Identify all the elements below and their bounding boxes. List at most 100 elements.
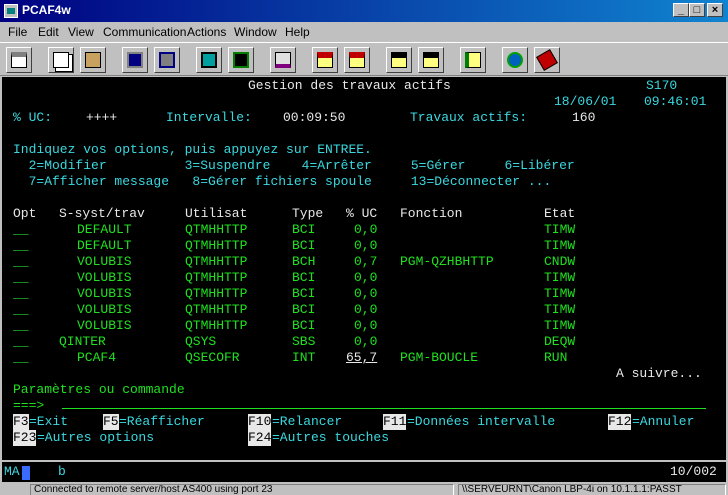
row-type: BCI bbox=[292, 302, 316, 317]
status-bar: Connected to remote server/host AS400 us… bbox=[0, 483, 728, 495]
cursor-block bbox=[22, 466, 30, 480]
record-icon[interactable] bbox=[312, 47, 338, 73]
header-cpu: % UC bbox=[346, 206, 378, 221]
cpu-label: % UC: bbox=[13, 110, 53, 125]
display-icon[interactable] bbox=[196, 47, 222, 73]
row-option-input[interactable]: __ bbox=[13, 222, 29, 238]
send-icon[interactable] bbox=[122, 47, 148, 73]
row-option-input[interactable]: __ bbox=[13, 270, 29, 286]
screen-time: 09:46:01 bbox=[644, 94, 707, 109]
jobs-label: Travaux actifs: bbox=[410, 110, 528, 125]
cpu-value: ++++ bbox=[86, 110, 118, 125]
f3-key[interactable]: F3 bbox=[13, 414, 29, 430]
command-prompt: ===> bbox=[13, 398, 45, 413]
header-subsys: S-syst/trav bbox=[59, 206, 145, 221]
row-option-input[interactable]: __ bbox=[13, 318, 29, 334]
macro-icon[interactable] bbox=[228, 47, 254, 73]
close-button[interactable]: × bbox=[707, 3, 723, 17]
print-icon[interactable] bbox=[6, 47, 32, 73]
oia-flag: b bbox=[58, 464, 66, 479]
row-status: CNDW bbox=[544, 254, 576, 269]
params-label: Paramètres ou commande bbox=[13, 382, 185, 397]
row-subsys: DEFAULT bbox=[77, 238, 132, 253]
menu-file[interactable]: File bbox=[8, 25, 27, 39]
row-option-input[interactable]: __ bbox=[13, 302, 29, 318]
header-opt: Opt bbox=[13, 206, 37, 221]
toolbar bbox=[0, 42, 728, 76]
instructions: Indiquez vos options, puis appuyez sur E… bbox=[13, 142, 372, 157]
menu-help[interactable]: Help bbox=[285, 25, 310, 39]
f5-key[interactable]: F5 bbox=[103, 414, 119, 430]
row-cpu: 0,7 bbox=[354, 254, 378, 269]
f12-key[interactable]: F12 bbox=[608, 414, 632, 430]
menu-edit[interactable]: Edit bbox=[38, 25, 59, 39]
f24-label: =Autres touches bbox=[272, 430, 390, 445]
row-status: TIMW bbox=[544, 238, 576, 253]
f11-key[interactable]: F11 bbox=[383, 414, 407, 430]
row-cpu: 0,0 bbox=[354, 238, 378, 253]
window-title: PCAF4w bbox=[22, 3, 71, 17]
row-option-input[interactable]: __ bbox=[13, 334, 29, 350]
row-option-input[interactable]: __ bbox=[13, 238, 29, 254]
options-line-1: 2=Modifier 3=Suspendre 4=Arrêter 5=Gérer… bbox=[13, 158, 575, 173]
row-subsys: VOLUBIS bbox=[77, 254, 132, 269]
maximize-button[interactable]: □ bbox=[689, 3, 705, 17]
row-cpu: 0,0 bbox=[354, 302, 378, 317]
receive-icon[interactable] bbox=[154, 47, 180, 73]
row-user: QSECOFR bbox=[185, 350, 240, 365]
row-status: TIMW bbox=[544, 270, 576, 285]
play-icon[interactable] bbox=[386, 47, 412, 73]
row-user: QTMHHTTP bbox=[185, 222, 248, 237]
stop-icon[interactable] bbox=[344, 47, 370, 73]
f5-label: =Réafficher bbox=[119, 414, 205, 429]
operator-info-area: MA b 10/002 bbox=[2, 462, 726, 482]
row-subsys: VOLUBIS bbox=[77, 302, 132, 317]
row-cpu: 0,0 bbox=[354, 286, 378, 301]
minimize-button[interactable]: _ bbox=[673, 3, 689, 17]
menu-communication[interactable]: Communication bbox=[103, 25, 186, 39]
command-input[interactable] bbox=[62, 408, 706, 409]
menu-window[interactable]: Window bbox=[234, 25, 277, 39]
row-subsys: QINTER bbox=[59, 334, 106, 349]
row-status: TIMW bbox=[544, 318, 576, 333]
copy-icon[interactable] bbox=[48, 47, 74, 73]
f24-key[interactable]: F24 bbox=[248, 430, 272, 446]
row-option-input[interactable]: __ bbox=[13, 350, 29, 366]
oia-indicator: MA bbox=[4, 464, 20, 479]
pause-icon[interactable] bbox=[418, 47, 444, 73]
header-status: Etat bbox=[544, 206, 576, 221]
clipboard-icon[interactable] bbox=[460, 47, 486, 73]
row-subsys: VOLUBIS bbox=[77, 270, 132, 285]
header-function: Fonction bbox=[400, 206, 463, 221]
title-bar: PCAF4w _ □ × bbox=[0, 0, 728, 22]
row-user: QTMHHTTP bbox=[185, 254, 248, 269]
row-type: BCH bbox=[292, 254, 316, 269]
row-status: RUN bbox=[544, 350, 568, 365]
row-user: QTMHHTTP bbox=[185, 238, 248, 253]
app-icon[interactable] bbox=[4, 4, 18, 18]
f11-label: =Données intervalle bbox=[407, 414, 556, 429]
row-user: QTMHHTTP bbox=[185, 318, 248, 333]
row-option-input[interactable]: __ bbox=[13, 254, 29, 270]
row-status: DEQW bbox=[544, 334, 576, 349]
interval-value: 00:09:50 bbox=[283, 110, 346, 125]
row-subsys: PCAF4 bbox=[77, 350, 117, 365]
paste-icon[interactable] bbox=[80, 47, 106, 73]
row-cpu: 0,0 bbox=[354, 334, 378, 349]
menu-actions[interactable]: Actions bbox=[187, 25, 226, 39]
cursor-position: 10/002 bbox=[670, 464, 717, 479]
terminal-screen[interactable]: Gestion des travaux actifs S170 18/06/01… bbox=[2, 77, 726, 460]
book-icon[interactable] bbox=[534, 47, 560, 73]
screen-date: 18/06/01 bbox=[554, 94, 617, 109]
row-subsys: VOLUBIS bbox=[77, 286, 132, 301]
f23-label: =Autres options bbox=[37, 430, 155, 445]
edit-icon[interactable] bbox=[270, 47, 296, 73]
menu-view[interactable]: View bbox=[68, 25, 94, 39]
f23-key[interactable]: F23 bbox=[13, 430, 37, 446]
system-name: S170 bbox=[646, 78, 678, 93]
globe-icon[interactable] bbox=[502, 47, 528, 73]
row-option-input[interactable]: __ bbox=[13, 286, 29, 302]
f10-key[interactable]: F10 bbox=[248, 414, 272, 430]
header-user: Utilisat bbox=[185, 206, 248, 221]
more-indicator: A suivre... bbox=[616, 366, 702, 381]
